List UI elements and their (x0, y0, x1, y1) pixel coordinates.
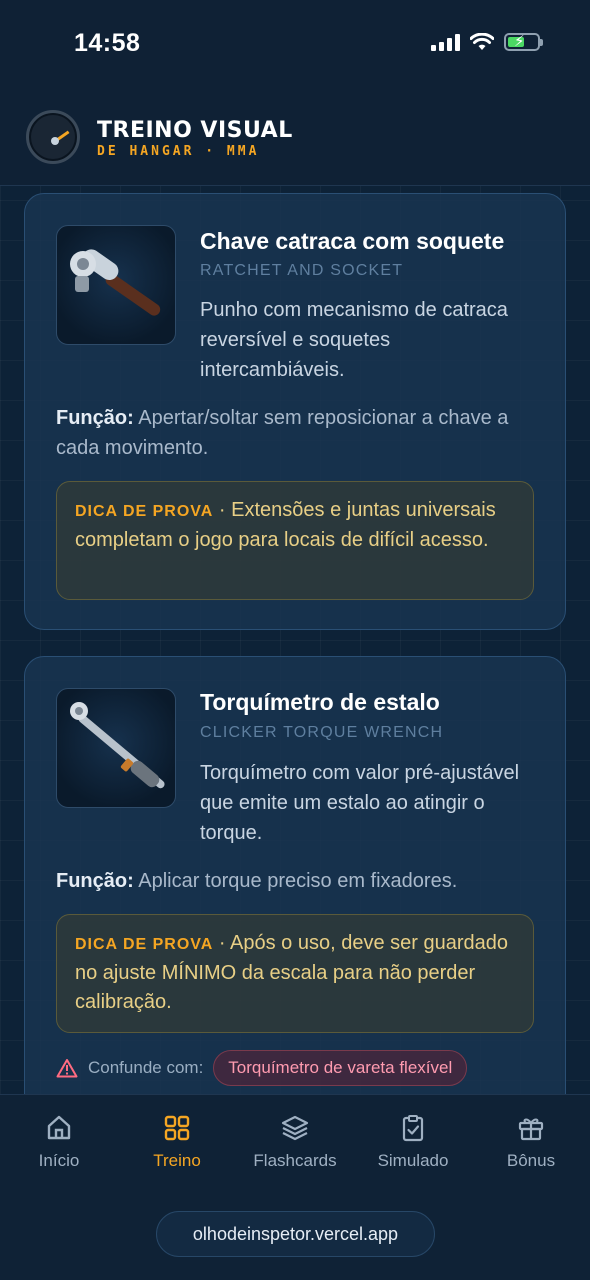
tool-description: Torquímetro com valor pré-ajustável que … (200, 762, 520, 844)
warning-icon (56, 1059, 78, 1078)
nav-item-treino[interactable]: Treino (118, 1113, 236, 1171)
nav-label: Treino (153, 1151, 201, 1170)
nav-item-bonus[interactable]: Bônus (472, 1113, 590, 1171)
function-label: Função: (56, 407, 134, 429)
tool-function: Função: Aplicar torque preciso em fixado… (56, 866, 526, 896)
tool-description: Punho com mecanismo de catraca reversíve… (200, 299, 508, 381)
clock: 14:58 (74, 29, 141, 57)
grid-icon (164, 1115, 190, 1141)
exam-tip-label: DICA DE PROVA (75, 936, 214, 953)
status-icons: ⚡ (431, 33, 543, 51)
nav-item-simulado[interactable]: Simulado (354, 1113, 472, 1171)
tool-english-name: RATCHET AND SOCKET (200, 262, 404, 279)
exam-tip: DICA DE PROVA · Após o uso, deve ser gua… (56, 914, 534, 1033)
app-subtitle: DE HANGAR · MMA (97, 144, 260, 159)
browser-url-bar[interactable]: olhodeinspetor.vercel.app (156, 1211, 435, 1257)
tool-card[interactable]: Chave catraca com soquete RATCHET AND SO… (24, 193, 566, 630)
exam-tip: DICA DE PROVA · Extensões e juntas unive… (56, 481, 534, 600)
gift-icon (518, 1118, 544, 1141)
battery-icon: ⚡ (504, 33, 543, 51)
confuse-with: Confunde com: Torquímetro de vareta flex… (56, 1050, 468, 1086)
status-bar: 14:58 ⚡ (0, 0, 590, 88)
tool-card[interactable]: Torquímetro de estalo CLICKER TORQUE WRE… (24, 656, 566, 1126)
nav-label: Início (38, 1151, 80, 1170)
function-label: Função: (56, 870, 134, 892)
exam-tip-label: DICA DE PROVA (75, 503, 214, 520)
ratchet-icon (56, 225, 176, 345)
confused-tool-chip[interactable]: Torquímetro de vareta flexível (213, 1050, 468, 1086)
home-icon (47, 1115, 71, 1140)
clipboard-check-icon (402, 1115, 424, 1142)
nav-item-inicio[interactable]: Início (0, 1113, 118, 1171)
nav-label: Flashcards (253, 1151, 337, 1170)
wifi-icon (470, 33, 494, 50)
nav-label: Bônus (506, 1151, 556, 1170)
app-header: TREINO VISUAL DE HANGAR · MMA (0, 88, 590, 186)
tool-english-name: CLICKER TORQUE WRENCH (200, 724, 444, 741)
cellular-signal-icon (431, 33, 460, 51)
tool-title: Torquímetro de estalo (200, 689, 440, 715)
tool-function: Função: Apertar/soltar sem reposicionar … (56, 403, 526, 463)
nav-label: Simulado (377, 1151, 449, 1170)
torque-wrench-icon (56, 688, 176, 808)
app-title: TREINO VISUAL (97, 118, 293, 143)
nav-item-flashcards[interactable]: Flashcards (236, 1113, 354, 1171)
tool-title: Chave catraca com soquete (200, 228, 505, 254)
gauge-icon[interactable] (26, 110, 80, 164)
layers-icon (281, 1115, 309, 1141)
function-text: Aplicar torque preciso em fixadores. (138, 870, 458, 892)
confuse-label: Confunde com: (88, 1058, 204, 1077)
